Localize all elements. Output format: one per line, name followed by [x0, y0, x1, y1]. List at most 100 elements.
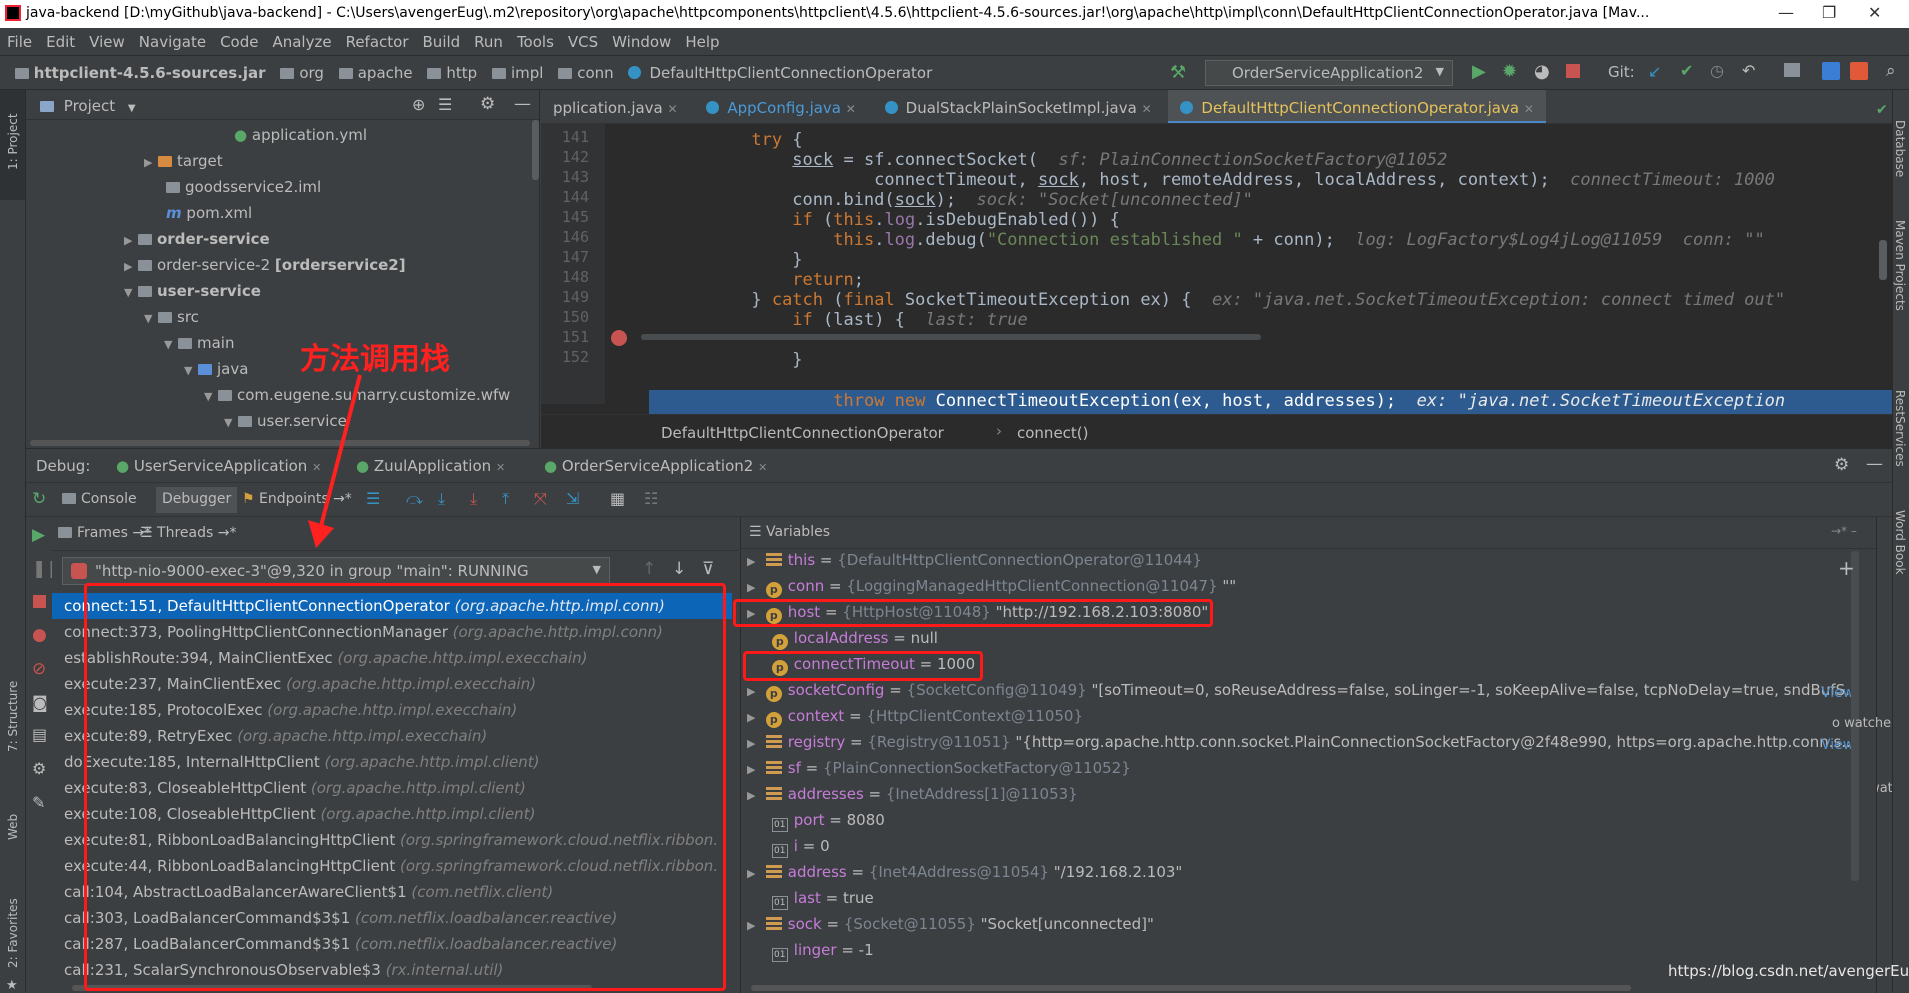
variable-row[interactable]: ▶ addresses = {InetAddress[1]@11053}	[741, 785, 1856, 811]
collapse-all-icon[interactable]: ☰	[438, 95, 452, 114]
thread-select[interactable]: "http-nio-9000-exec-3"@9,320 in group "m…	[62, 557, 610, 585]
menu-navigate[interactable]: Navigate	[132, 28, 213, 56]
tab-debugger[interactable]: Debugger	[156, 487, 238, 513]
variable-row[interactable]: ▶ sf = {PlainConnectionSocketFactory@110…	[741, 759, 1856, 785]
step-out-icon[interactable]: ⤒	[502, 489, 509, 509]
chevron-down-icon[interactable]: ▼	[124, 286, 138, 299]
build-hammer-icon[interactable]: ⚒	[1170, 62, 1186, 83]
chevron-right-icon[interactable]: ▶	[747, 581, 761, 594]
breadcrumb-jar[interactable]: httpclient-4.5.6-sources.jar	[14, 64, 266, 82]
tab-threads[interactable]: ☰ Threads →*	[140, 525, 236, 541]
menu-vcs[interactable]: VCS	[561, 28, 605, 56]
tree-item-target[interactable]: ▶ target	[144, 152, 223, 178]
variable-row[interactable]: ▶ p socketConfig = {SocketConfig@11049} "…	[741, 681, 1856, 707]
chevron-right-icon[interactable]: ▶	[124, 260, 138, 273]
chevron-right-icon[interactable]: ▶	[747, 711, 761, 724]
menu-file[interactable]: File	[0, 28, 39, 56]
chevron-right-icon[interactable]: ▶	[747, 555, 761, 568]
coverage-icon[interactable]: ◕	[1534, 61, 1550, 82]
project-hscrollbar[interactable]	[30, 440, 530, 446]
step-over-icon[interactable]: ⤼	[406, 489, 423, 509]
chevron-down-icon[interactable]: ▼	[204, 390, 218, 403]
gear-icon[interactable]: ⚙	[480, 94, 495, 114]
project-view-select[interactable]: Project	[64, 97, 115, 115]
evaluate-expression-icon[interactable]: ▦	[610, 489, 625, 508]
variable-row[interactable]: ▶ sock = {Socket@11055} "Socket[unconnec…	[741, 915, 1856, 941]
chevron-right-icon[interactable]: ▶	[747, 789, 761, 802]
tab-application-java[interactable]: pplication.java ✕	[541, 90, 690, 123]
git-update-icon[interactable]: ↙	[1648, 62, 1661, 81]
menu-build[interactable]: Build	[416, 28, 468, 56]
word-book-tool-label[interactable]: Word Book	[1893, 510, 1907, 575]
code-breadcrumb-method[interactable]: connect()	[1017, 424, 1089, 442]
chevron-down-icon[interactable]: ▼	[184, 364, 198, 377]
locate-icon[interactable]: ⊕	[412, 95, 425, 114]
variable-row[interactable]: ▶ address = {Inet4Address@11054} "/192.1…	[741, 863, 1856, 889]
search-icon[interactable]: ⌕	[1886, 61, 1896, 81]
view-link[interactable]: View	[1821, 737, 1854, 753]
drop-frame-icon[interactable]: ⤧	[534, 489, 547, 509]
close-icon[interactable]: ✕	[1868, 3, 1881, 22]
chevron-right-icon[interactable]: ▶	[747, 763, 761, 776]
run-to-cursor-icon[interactable]: ⇲	[566, 489, 579, 508]
close-icon[interactable]: ✕	[758, 461, 767, 474]
breakpoint-icon[interactable]	[611, 330, 627, 346]
editor-hscrollbar[interactable]	[641, 334, 1261, 340]
project-scrollbar[interactable]	[532, 120, 539, 180]
variables-hscrollbar[interactable]	[751, 985, 1631, 991]
chevron-down-icon[interactable]: ▼	[164, 338, 178, 351]
next-frame-icon[interactable]: ↓	[672, 559, 686, 579]
close-icon[interactable]: ✕	[846, 102, 856, 116]
menu-run[interactable]: Run	[467, 28, 510, 56]
variable-row[interactable]: 01 i = 0	[741, 837, 1856, 863]
editor-vscrollbar[interactable]	[1879, 240, 1887, 280]
stop-icon[interactable]	[1566, 64, 1580, 78]
translate-icon[interactable]	[1822, 62, 1840, 80]
variable-row[interactable]: 01 last = true	[741, 889, 1856, 915]
previous-frame-icon[interactable]: ↑	[642, 559, 656, 579]
tree-item-java[interactable]: ▼ java	[184, 360, 248, 386]
tab-frames[interactable]: Frames →*	[58, 525, 151, 541]
rerun-icon[interactable]: ↻	[32, 489, 46, 509]
chevron-right-icon[interactable]: ▶	[124, 234, 138, 247]
view-link[interactable]: View	[1821, 685, 1854, 701]
chevron-right-icon[interactable]: ▶	[747, 737, 761, 750]
step-into-icon[interactable]: ⤓	[438, 489, 445, 509]
camera-icon[interactable]: ◙	[32, 693, 48, 712]
force-step-into-icon[interactable]: ⤓	[470, 489, 477, 509]
menu-code[interactable]: Code	[213, 28, 265, 56]
chevron-down-icon[interactable]: ▼	[144, 312, 158, 325]
variable-row[interactable]: ▶ p context = {HttpClientContext@11050}	[741, 707, 1856, 733]
variable-row[interactable]: 01 port = 8080	[741, 811, 1856, 837]
chevron-down-icon[interactable]: ▼	[128, 103, 136, 114]
chevron-right-icon[interactable]: ▶	[144, 156, 158, 169]
tree-item-pom-xml[interactable]: m pom.xml	[166, 204, 252, 230]
close-icon[interactable]: ✕	[496, 461, 505, 474]
trace-icon[interactable]: ☷	[644, 489, 658, 508]
tab-appconfig-java[interactable]: AppConfig.java ✕	[694, 90, 867, 123]
filter-icon[interactable]: ⊽	[702, 559, 714, 579]
view-breakpoints-icon[interactable]: ●	[32, 625, 47, 645]
tree-item-order-service-2[interactable]: ▶ order-service-2 [orderservice2]	[124, 256, 406, 282]
git-commit-icon[interactable]: ✔	[1680, 61, 1693, 80]
chevron-right-icon[interactable]: ▶	[747, 867, 761, 880]
maven-tool-label[interactable]: Maven Projects	[1893, 220, 1907, 311]
database-tool-label[interactable]: Database	[1893, 120, 1907, 177]
resume-icon[interactable]: ▶	[32, 525, 45, 545]
code-breadcrumb-class[interactable]: DefaultHttpClientConnectionOperator	[661, 424, 944, 442]
tree-item-src[interactable]: ▼ src	[144, 308, 199, 334]
maximize-icon[interactable]: ❐	[1822, 3, 1836, 22]
breadcrumb-class[interactable]: DefaultHttpClientConnectionOperator	[628, 64, 932, 82]
tree-item-main[interactable]: ▼ main	[164, 334, 234, 360]
session-tab-userservice[interactable]: ● UserServiceApplication ✕	[116, 457, 321, 475]
rest-services-tool-label[interactable]: RestServices	[1893, 390, 1907, 467]
gear-icon[interactable]: ⚙	[32, 759, 46, 778]
close-icon[interactable]: ✕	[1524, 102, 1534, 116]
breadcrumb-apache[interactable]: apache	[338, 64, 413, 82]
menu-tools[interactable]: Tools	[510, 28, 561, 56]
gear-icon[interactable]: ⚙	[1834, 455, 1849, 475]
menu-view[interactable]: View	[82, 28, 132, 56]
add-watch-icon[interactable]: +	[1838, 556, 1855, 580]
variable-row[interactable]: ▶ registry = {Registry@11051} "{http=org…	[741, 733, 1856, 759]
chevron-right-icon[interactable]: ▶	[747, 919, 761, 932]
